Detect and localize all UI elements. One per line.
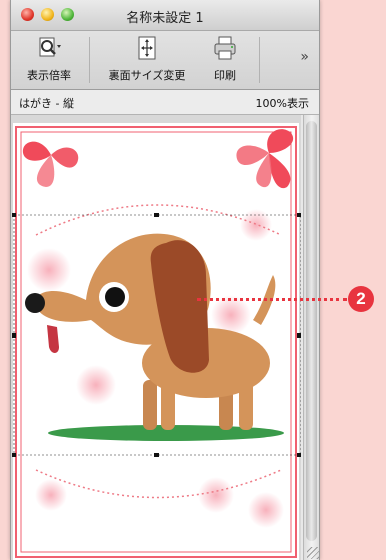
print-label: 印刷: [214, 69, 236, 82]
app-window: 名称未設定 1 表示倍率 裏面サイズ変更 印刷 » はがき - 縦 100%表示: [10, 0, 320, 560]
zoom-level-text: 100%表示: [255, 97, 309, 110]
vertical-scrollbar[interactable]: [303, 115, 319, 560]
scrollbar-thumb[interactable]: [306, 121, 317, 541]
magnifier-icon: [39, 37, 61, 57]
toolbar-separator: [89, 37, 90, 83]
print-button[interactable]: 印刷: [201, 31, 249, 89]
back-size-button[interactable]: 裏面サイズ変更: [97, 31, 197, 89]
selection-handle[interactable]: [297, 213, 301, 217]
postcard-preview: [12, 123, 302, 560]
annotation-leader-line: [197, 298, 347, 301]
selection-handle[interactable]: [297, 333, 301, 338]
selection-handle[interactable]: [12, 453, 16, 457]
selection-handle[interactable]: [297, 453, 301, 457]
pink-blob: [248, 492, 284, 528]
zoom-tool-label: 表示倍率: [27, 69, 71, 82]
pink-blob: [240, 209, 272, 241]
selection-handle[interactable]: [154, 213, 159, 217]
pink-blob: [76, 365, 116, 405]
printer-icon: [214, 36, 236, 60]
pink-blob: [198, 477, 234, 513]
pink-blob: [35, 479, 67, 511]
paper-size-text: はがき - 縦: [19, 97, 74, 110]
resize-grip[interactable]: [307, 547, 319, 559]
zoom-tool-button[interactable]: 表示倍率: [15, 31, 83, 89]
selection-handle[interactable]: [154, 453, 159, 457]
back-size-label: 裏面サイズ変更: [108, 69, 186, 82]
toolbar-overflow-button[interactable]: »: [300, 49, 309, 65]
toolbar-separator: [259, 37, 260, 83]
selection-handle[interactable]: [12, 333, 16, 338]
pink-blob: [27, 248, 71, 292]
selection-handle[interactable]: [12, 213, 16, 217]
resize-page-icon: [138, 36, 156, 60]
title-bar: 名称未設定 1: [11, 0, 319, 31]
window-title: 名称未設定 1: [126, 11, 204, 26]
annotation-badge: 2: [348, 286, 374, 312]
document-canvas[interactable]: [11, 115, 302, 560]
status-bar: はがき - 縦 100%表示: [11, 90, 319, 115]
toolbar: 表示倍率 裏面サイズ変更 印刷 »: [11, 31, 319, 90]
